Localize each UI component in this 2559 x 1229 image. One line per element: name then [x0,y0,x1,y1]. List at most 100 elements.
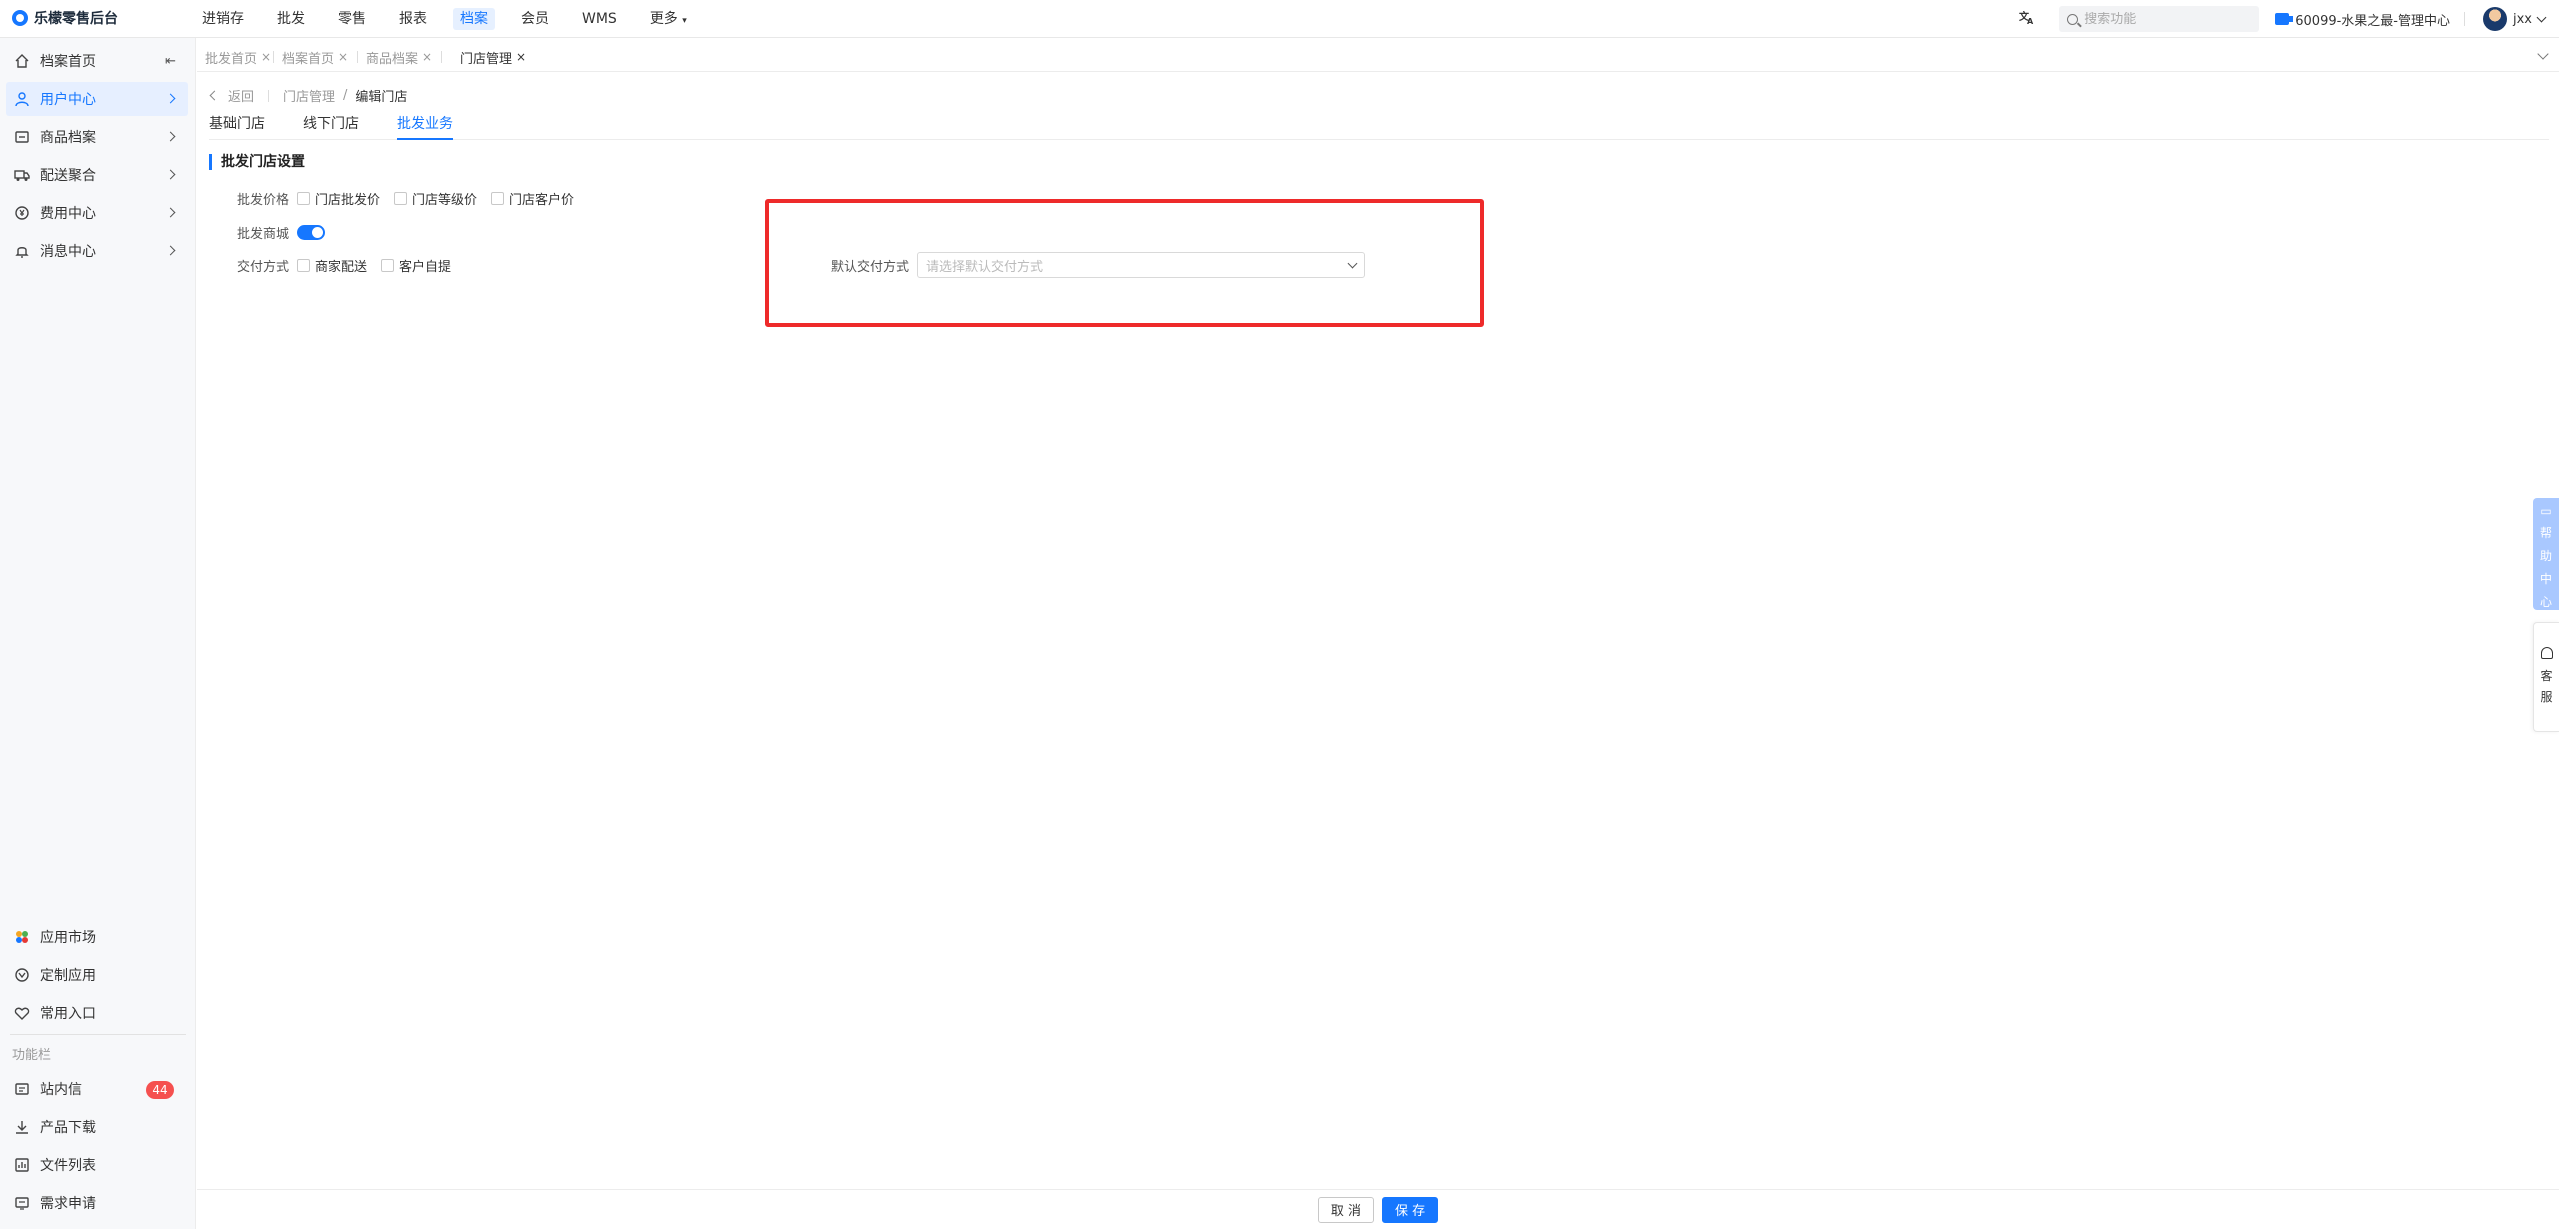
store-name: 60099-水果之最-管理中心 [2295,13,2450,29]
nav-item-more[interactable]: 更多 ▾ [643,8,694,30]
nav-item-retail[interactable]: 零售 [331,8,373,30]
chevron-right-icon [165,93,176,104]
user-icon [14,91,30,107]
wholesale-mall-toggle[interactable] [297,225,325,240]
sidebar-item-file-list[interactable]: 文件列表 [6,1148,188,1182]
breadcrumb-parent[interactable]: 门店管理 [283,86,335,105]
store-customer-price-checkbox[interactable]: 门店客户价 [491,189,574,208]
subtab-basic-store[interactable]: 基础门店 [209,114,265,140]
nav-item-reports[interactable]: 报表 [392,8,434,30]
store-wholesale-price-checkbox[interactable]: 门店批发价 [297,189,380,208]
sidebar-item-expense[interactable]: 费用中心 [6,196,188,230]
chevron-down-icon[interactable] [2536,12,2547,22]
checkbox-box[interactable] [297,192,310,205]
delivery-method-row: 交付方式 商家配送 客户自提 [237,256,465,275]
section-title: 批发门店设置 [209,154,305,170]
sidebar-item-label: 产品下载 [40,1120,96,1136]
save-button[interactable]: 保 存 [1382,1196,1439,1223]
heart-icon [14,1005,30,1021]
sidebar-item-app-market[interactable]: 应用市场 [6,920,188,954]
tab-separator [273,51,274,63]
translate-icon[interactable]: 文A [2017,9,2037,29]
sidebar-item-archive-home[interactable]: 档案首页 ⇤ [6,44,188,78]
sidebar-item-label: 应用市场 [40,930,96,946]
main-content: 返回 门店管理 / 编辑门店 基础门店 线下门店 批发业务 批发门店设置 批发价… [197,72,2559,1189]
sidebar-item-request[interactable]: 需求申请 [6,1186,188,1220]
customer-service-button[interactable]: 客 服 [2533,622,2559,732]
tab-archive-home[interactable]: 档案首页 × [282,47,348,67]
sidebar-item-favorites[interactable]: 常用入口 [6,996,188,1030]
service-char: 客 [2540,669,2553,683]
nav-item-archive[interactable]: 档案 [453,8,495,30]
close-icon[interactable]: × [516,50,526,64]
home-icon [14,53,30,69]
sidebar-item-custom-app[interactable]: 定制应用 [6,958,188,992]
tab-store-management[interactable]: 门店管理 × [460,47,526,67]
caret-down-icon: ▾ [682,16,687,26]
search-icon [2067,13,2079,25]
nav-item-inventory[interactable]: 进销存 [195,8,251,30]
store-icon [2275,13,2294,25]
nav-item-wms[interactable]: WMS [575,8,624,30]
app-logo[interactable]: 乐檬零售后台 [12,8,118,28]
tab-wholesale-home[interactable]: 批发首页 × [205,47,271,67]
help-center-button[interactable]: ▭ 帮 助 中 心 [2533,498,2559,610]
nav-item-wholesale[interactable]: 批发 [270,8,312,30]
sidebar-item-label: 消息中心 [40,244,96,260]
help-char: 中 [2539,572,2552,586]
sidebar-item-label: 常用入口 [40,1006,96,1022]
chevron-right-icon [165,131,176,142]
username[interactable]: jxx [2513,12,2532,27]
subtab-offline-store[interactable]: 线下门店 [303,114,359,140]
close-icon[interactable]: × [338,50,348,64]
store-selector[interactable]: 60099-水果之最-管理中心 [2275,10,2450,29]
file-list-icon [14,1157,30,1173]
delivery-method-label: 交付方式 [237,260,290,275]
sidebar-item-user-center[interactable]: 用户中心 [6,82,188,116]
checkbox-box[interactable] [297,259,310,272]
checkbox-box[interactable] [394,192,408,205]
close-icon[interactable]: × [261,50,271,64]
collapse-sidebar-icon[interactable]: ⇤ [165,54,176,69]
truck-icon [14,167,30,183]
coin-icon [14,205,30,221]
cancel-button[interactable]: 取 消 [1317,1196,1374,1223]
unread-count-badge: 44 [146,1081,174,1099]
sidebar-item-download[interactable]: 产品下载 [6,1110,188,1144]
back-arrow-icon[interactable] [209,90,220,101]
page-tabs: 批发首页 × 档案首页 × 商品档案 × 门店管理 × [197,38,2559,72]
tab-product-archive[interactable]: 商品档案 × [366,47,432,67]
nav-item-member[interactable]: 会员 [514,8,556,30]
back-link[interactable]: 返回 [228,86,254,105]
default-delivery-select[interactable]: 请选择默认交付方式 [917,252,1366,278]
sidebar: 档案首页 ⇤ 用户中心 商品档案 配送聚合 费用中心 消息中心 应用市场 定制应… [0,38,196,1229]
sidebar-item-message[interactable]: 消息中心 [6,234,188,268]
close-icon[interactable]: × [422,50,432,64]
sidebar-item-product-archive[interactable]: 商品档案 [6,120,188,154]
svg-text:A: A [2027,17,2034,25]
sidebar-divider [10,1034,186,1035]
checkbox-box[interactable] [491,192,505,205]
breadcrumb-slash: / [343,88,348,103]
function-search[interactable] [2059,6,2260,32]
nav-more-label: 更多 [649,11,678,27]
customer-pickup-checkbox[interactable]: 客户自提 [381,256,451,275]
default-delivery-row: 默认交付方式 请选择默认交付方式 [831,252,1366,278]
store-level-price-checkbox[interactable]: 门店等级价 [394,189,477,208]
top-right-tools: 文A 60099-水果之最-管理中心 jxx [2017,0,2547,38]
subtab-wholesale-business[interactable]: 批发业务 [397,114,453,140]
tab-more-icon[interactable] [2537,48,2549,60]
chevron-down-icon [1347,258,1358,268]
function-search-input[interactable] [2084,11,2245,27]
sidebar-item-inbox[interactable]: 站内信 44 [6,1072,188,1106]
merchant-delivery-checkbox[interactable]: 商家配送 [297,256,367,275]
checkbox-label: 商家配送 [315,260,368,275]
avatar[interactable] [2483,7,2507,31]
wholesale-mall-row: 批发商城 [237,223,325,242]
checkbox-box[interactable] [381,259,395,272]
store-subtabs: 基础门店 线下门店 批发业务 [209,114,2549,140]
sidebar-item-delivery[interactable]: 配送聚合 [6,158,188,192]
breadcrumb-current: 编辑门店 [355,90,408,105]
box-icon [14,129,30,145]
tab-separator [357,51,358,63]
